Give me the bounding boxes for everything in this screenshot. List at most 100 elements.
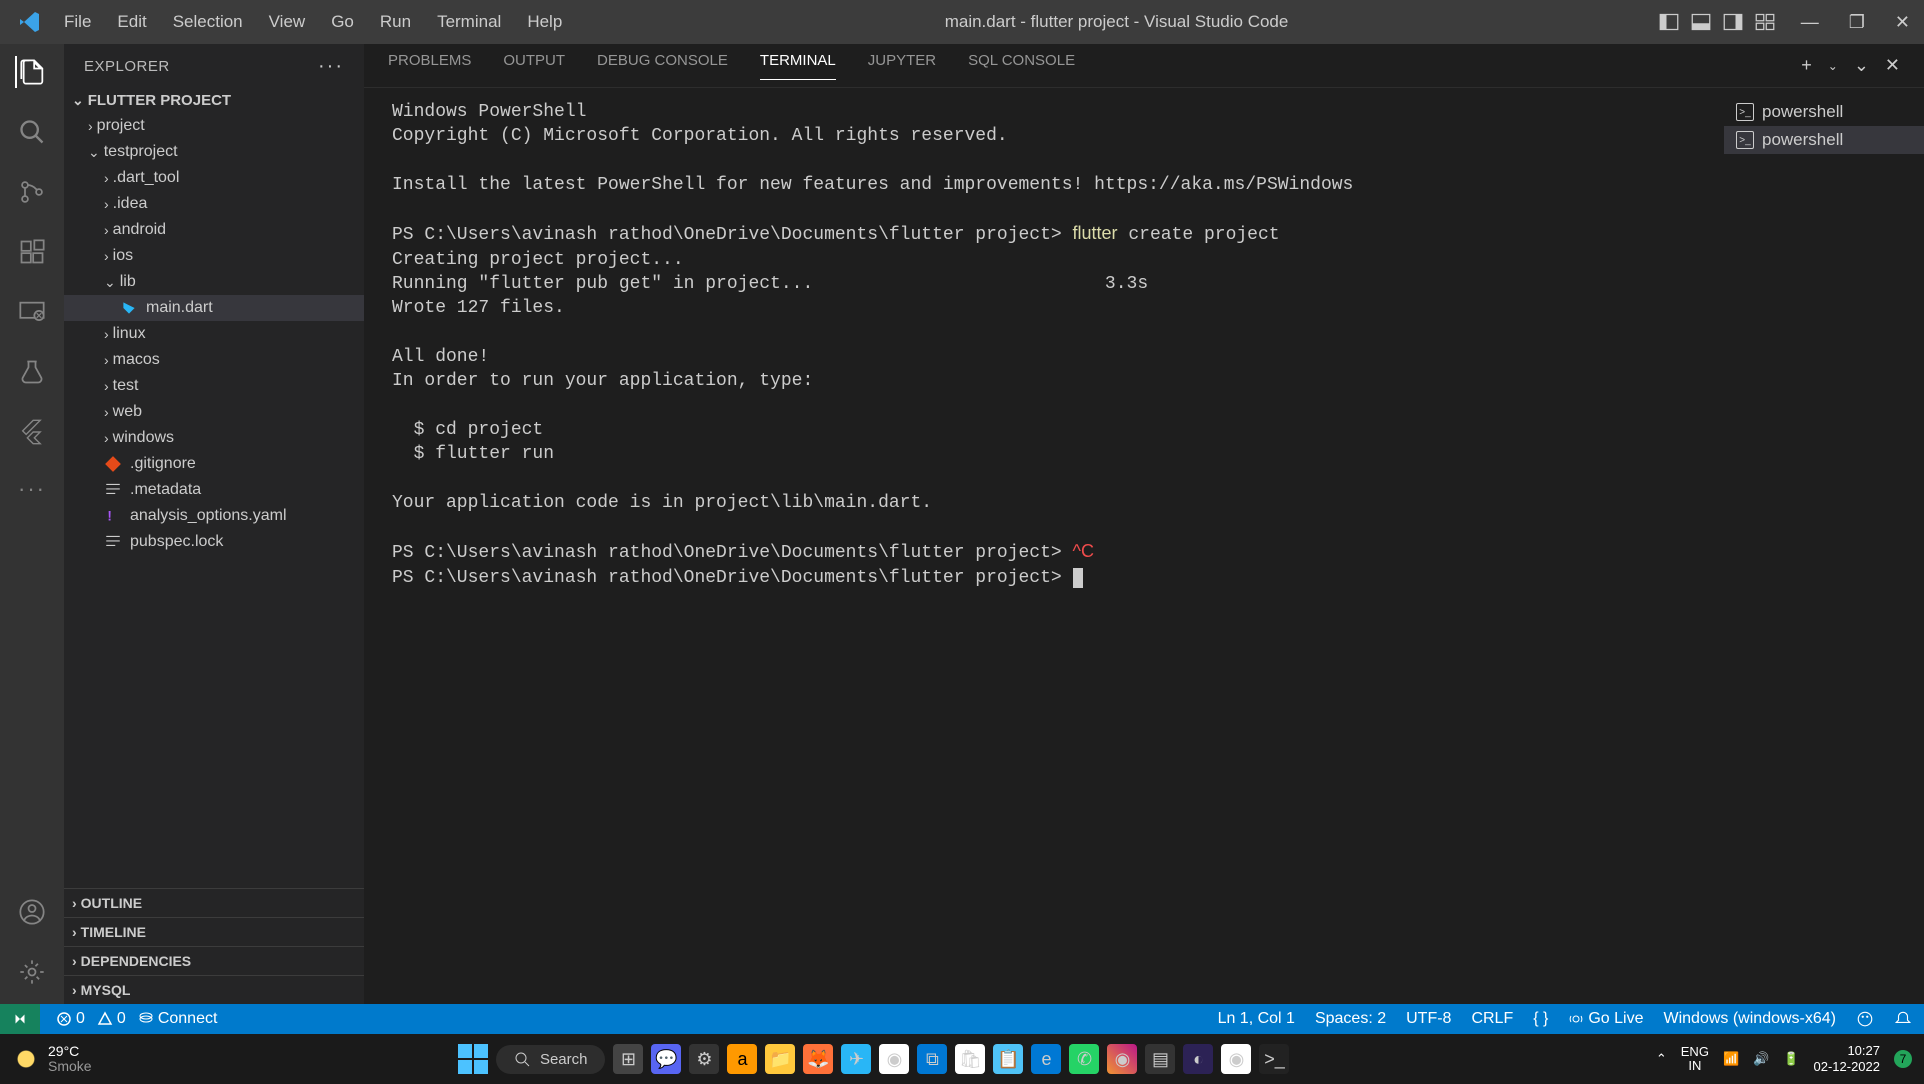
store-icon[interactable]: 🛍 (955, 1044, 985, 1074)
status-language[interactable]: { } (1533, 1010, 1548, 1028)
tab-debug-console[interactable]: DEBUG CONSOLE (597, 52, 728, 79)
volume-icon[interactable]: 🔊 (1753, 1051, 1769, 1067)
terminal-taskbar-icon[interactable]: >_ (1259, 1044, 1289, 1074)
folder-macos[interactable]: ›macos (64, 347, 364, 373)
menu-go[interactable]: Go (319, 8, 366, 36)
status-device[interactable]: Windows (windows-x64) (1664, 1010, 1837, 1028)
taskbar-app-3[interactable]: a (727, 1044, 757, 1074)
instagram-icon[interactable]: ◉ (1107, 1044, 1137, 1074)
tab-terminal[interactable]: TERMINAL (760, 52, 836, 80)
folder-linux[interactable]: ›linux (64, 321, 364, 347)
maximize-panel-icon[interactable]: ⌄ (1854, 55, 1869, 76)
status-bell-icon[interactable] (1894, 1010, 1912, 1028)
tab-jupyter[interactable]: JUPYTER (868, 52, 936, 79)
tab-sql-console[interactable]: SQL CONSOLE (968, 52, 1075, 79)
section-outline[interactable]: ›OUTLINE (64, 888, 364, 917)
taskbar-app-1[interactable]: 💬 (651, 1044, 681, 1074)
status-encoding[interactable]: UTF-8 (1406, 1010, 1451, 1028)
taskbar-app-2[interactable]: ⚙ (689, 1044, 719, 1074)
customize-layout-icon[interactable] (1755, 12, 1775, 32)
folder-windows[interactable]: ›windows (64, 425, 364, 451)
status-connect[interactable]: Connect (138, 1010, 218, 1028)
extensions-icon[interactable] (16, 236, 48, 268)
folder-web[interactable]: ›web (64, 399, 364, 425)
new-terminal-icon[interactable]: + (1801, 55, 1812, 76)
tab-problems[interactable]: PROBLEMS (388, 52, 471, 79)
terminal-output[interactable]: Windows PowerShell Copyright (C) Microso… (364, 88, 1724, 1004)
status-ln-col[interactable]: Ln 1, Col 1 (1218, 1010, 1295, 1028)
activity-overflow-icon[interactable]: ··· (18, 476, 46, 502)
minimize-button[interactable]: — (1795, 12, 1825, 33)
file-pubspec-lock[interactable]: pubspec.lock (64, 529, 364, 555)
terminal-entry-powershell-1[interactable]: >_powershell (1724, 98, 1924, 126)
maximize-button[interactable]: ❐ (1843, 12, 1871, 33)
battery-icon[interactable]: 🔋 (1783, 1051, 1799, 1067)
folder-root[interactable]: ⌄FLUTTER PROJECT (64, 88, 364, 113)
settings-gear-icon[interactable] (16, 956, 48, 988)
chrome-icon[interactable]: ◉ (879, 1044, 909, 1074)
status-go-live[interactable]: Go Live (1568, 1010, 1643, 1028)
firefox-icon[interactable]: 🦊 (803, 1044, 833, 1074)
file-gitignore[interactable]: .gitignore (64, 451, 364, 477)
status-eol[interactable]: CRLF (1471, 1010, 1513, 1028)
folder-project[interactable]: ›project (64, 113, 364, 139)
close-button[interactable]: ✕ (1889, 12, 1916, 33)
folder-testproject[interactable]: ⌄testproject (64, 139, 364, 165)
taskbar-app-5[interactable]: ▤ (1145, 1044, 1175, 1074)
explorer-icon[interactable] (15, 56, 47, 88)
sidebar-more-icon[interactable]: ··· (318, 55, 344, 78)
flutter-icon[interactable] (16, 416, 48, 448)
menu-terminal[interactable]: Terminal (425, 8, 513, 36)
vscode-taskbar-icon[interactable]: ⧉ (917, 1044, 947, 1074)
accounts-icon[interactable] (16, 896, 48, 928)
remote-indicator[interactable] (0, 1004, 40, 1034)
toggle-panel-icon[interactable] (1691, 12, 1711, 32)
file-analysis-options[interactable]: !analysis_options.yaml (64, 503, 364, 529)
menu-help[interactable]: Help (515, 8, 574, 36)
language-indicator[interactable]: ENGIN (1681, 1045, 1709, 1074)
search-icon[interactable] (16, 116, 48, 148)
file-explorer-icon[interactable]: 📁 (765, 1044, 795, 1074)
menu-selection[interactable]: Selection (161, 8, 255, 36)
whatsapp-icon[interactable]: ✆ (1069, 1044, 1099, 1074)
weather-widget[interactable]: 29°C Smoke (12, 1044, 92, 1075)
status-warnings[interactable]: 0 (97, 1010, 126, 1028)
file-metadata[interactable]: .metadata (64, 477, 364, 503)
wifi-icon[interactable]: 📶 (1723, 1051, 1739, 1067)
section-timeline[interactable]: ›TIMELINE (64, 917, 364, 946)
notification-badge[interactable]: 7 (1894, 1050, 1912, 1068)
remote-explorer-icon[interactable] (16, 296, 48, 328)
folder-ios[interactable]: ›ios (64, 243, 364, 269)
close-panel-icon[interactable]: ✕ (1885, 55, 1900, 76)
source-control-icon[interactable] (16, 176, 48, 208)
status-feedback-icon[interactable] (1856, 1010, 1874, 1028)
toggle-secondary-icon[interactable] (1723, 12, 1743, 32)
tray-expand-icon[interactable]: ⌃ (1656, 1051, 1667, 1067)
terminal-entry-powershell-2[interactable]: >_powershell (1724, 126, 1924, 154)
eclipse-icon[interactable]: ◐ (1183, 1044, 1213, 1074)
chrome-canary-icon[interactable]: ◉ (1221, 1044, 1251, 1074)
folder-dart-tool[interactable]: ›.dart_tool (64, 165, 364, 191)
folder-idea[interactable]: ›.idea (64, 191, 364, 217)
file-main-dart[interactable]: main.dart (64, 295, 364, 321)
menu-edit[interactable]: Edit (105, 8, 158, 36)
folder-lib[interactable]: ⌄lib (64, 269, 364, 295)
menu-view[interactable]: View (257, 8, 318, 36)
status-spaces[interactable]: Spaces: 2 (1315, 1010, 1386, 1028)
taskbar-search[interactable]: Search (496, 1045, 606, 1074)
telegram-icon[interactable]: ✈ (841, 1044, 871, 1074)
menu-run[interactable]: Run (368, 8, 423, 36)
status-errors[interactable]: 0 (56, 1010, 85, 1028)
testing-icon[interactable] (16, 356, 48, 388)
terminal-dropdown-icon[interactable]: ⌄ (1828, 59, 1838, 73)
toggle-sidebar-icon[interactable] (1659, 12, 1679, 32)
edge-icon[interactable]: e (1031, 1044, 1061, 1074)
taskbar-app-4[interactable]: 📋 (993, 1044, 1023, 1074)
tab-output[interactable]: OUTPUT (503, 52, 565, 79)
start-button[interactable] (458, 1044, 488, 1074)
clock[interactable]: 10:2702-12-2022 (1814, 1043, 1881, 1074)
folder-android[interactable]: ›android (64, 217, 364, 243)
section-dependencies[interactable]: ›DEPENDENCIES (64, 946, 364, 975)
folder-test[interactable]: ›test (64, 373, 364, 399)
task-view-icon[interactable]: ⊞ (613, 1044, 643, 1074)
